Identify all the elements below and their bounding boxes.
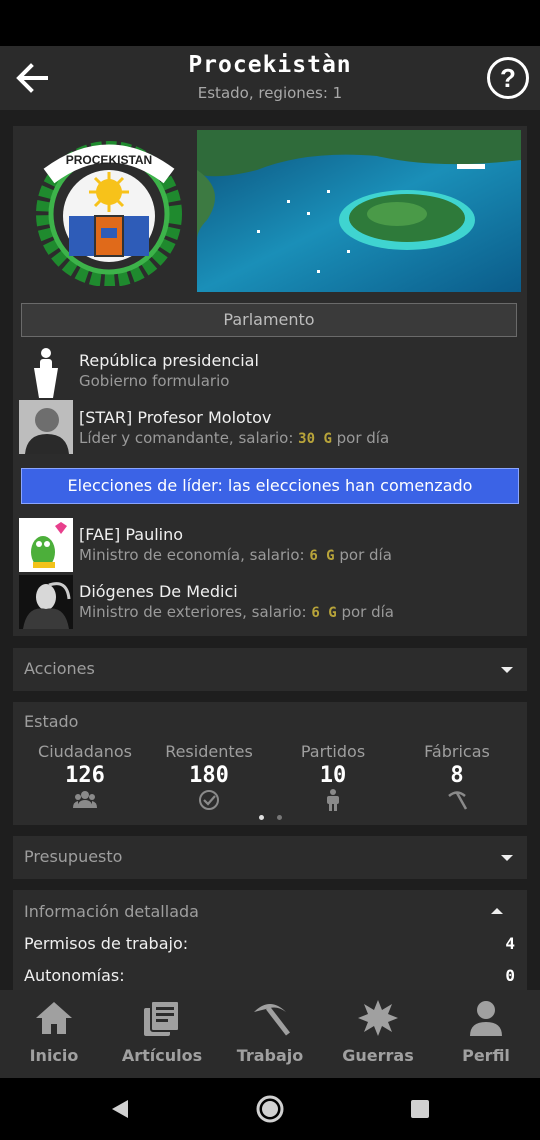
bottom-navigation: Inicio Artículos Trabajo Guerras Perfil — [0, 990, 540, 1078]
pager-dot — [277, 815, 282, 820]
minister-foreign-role: Ministro de exteriores, salario: 6 G por… — [79, 603, 394, 621]
chevron-up-icon[interactable] — [491, 908, 503, 914]
content-area: PROCEKISTAN Parlamento República preside… — [0, 110, 540, 990]
explosion-icon — [358, 1000, 398, 1036]
page-subtitle: Estado, regiones: 1 — [197, 84, 343, 102]
minister-economy-salary: 6 G — [309, 548, 335, 564]
chevron-down-icon — [501, 855, 513, 861]
government-title: República presidencial — [79, 351, 259, 370]
nav-home-label: Inicio — [29, 1046, 79, 1065]
details-label[interactable]: Información detallada — [24, 902, 199, 921]
leader-role: Líder y comandante, salario: 30 G por dí… — [79, 429, 390, 447]
nav-home[interactable]: Inicio — [0, 998, 108, 1065]
budget-accordion[interactable]: Presupuesto — [13, 836, 527, 879]
hammer-icon — [254, 1004, 290, 1036]
estado-label: Estado — [24, 712, 79, 731]
chevron-down-icon — [501, 667, 513, 673]
nav-articles[interactable]: Artículos — [108, 998, 216, 1065]
svg-text:PROCEKISTAN: PROCEKISTAN — [66, 153, 152, 167]
nav-wars-label: Guerras — [342, 1046, 414, 1065]
actions-accordion[interactable]: Acciones — [13, 648, 527, 691]
state-emblem-icon: PROCEKISTAN — [36, 141, 182, 286]
status-bar — [0, 0, 540, 46]
stat-residents-value: 180 — [189, 763, 229, 788]
state-photo — [197, 130, 521, 292]
podium-icon — [34, 348, 58, 398]
leader-salary: 30 G — [298, 431, 332, 447]
stat-residents[interactable]: Residentes 180 — [149, 742, 269, 811]
system-recents-icon[interactable] — [410, 1099, 430, 1119]
pager-dot-active — [259, 815, 264, 820]
nav-profile[interactable]: Perfil — [432, 998, 540, 1065]
pickaxe-icon — [448, 791, 468, 810]
minister-economy-role: Ministro de economía, salario: 6 G por d… — [79, 546, 392, 564]
leader-avatar[interactable] — [19, 400, 73, 454]
minister-foreign-avatar[interactable] — [19, 575, 73, 629]
app-bar: Procekistàn Estado, regiones: 1 ? — [0, 46, 540, 110]
system-back-icon[interactable] — [108, 1098, 130, 1120]
elections-banner[interactable]: Elecciones de líder: las elecciones han … — [21, 468, 519, 504]
work-permits-label: Permisos de trabajo: — [24, 934, 189, 953]
page-title: Procekistàn — [188, 52, 352, 78]
system-home-icon[interactable] — [255, 1094, 285, 1124]
stat-citizens[interactable]: Ciudadanos 126 — [25, 742, 145, 811]
people-icon — [73, 791, 97, 808]
home-icon — [36, 1002, 72, 1034]
leader-name[interactable]: [STAR] Profesor Molotov — [79, 408, 271, 427]
details-section: Información detallada Permisos de trabaj… — [13, 890, 527, 990]
stat-parties-value: 10 — [319, 763, 347, 788]
nav-work-label: Trabajo — [236, 1046, 304, 1065]
budget-label: Presupuesto — [24, 847, 123, 866]
svg-text:?: ? — [500, 63, 516, 93]
minister-economy-avatar[interactable] — [19, 518, 73, 572]
help-icon[interactable]: ? — [486, 56, 530, 100]
actions-label: Acciones — [24, 659, 95, 678]
work-permits-value: 4 — [505, 934, 515, 953]
minister-economy-name[interactable]: [FAE] Paulino — [79, 525, 183, 544]
nav-profile-label: Perfil — [462, 1046, 510, 1065]
stat-citizens-value: 126 — [65, 763, 105, 788]
government-subtitle: Gobierno formulario — [79, 372, 230, 390]
minister-foreign-salary: 6 G — [311, 605, 337, 621]
person-standing-icon — [327, 789, 339, 811]
state-card: PROCEKISTAN Parlamento República preside… — [13, 126, 527, 636]
system-navigation-bar — [0, 1078, 540, 1140]
stat-factories[interactable]: Fábricas 8 — [397, 742, 517, 811]
estado-section: Estado Ciudadanos 126 Residentes 180 Par… — [13, 702, 527, 825]
nav-wars[interactable]: Guerras — [324, 998, 432, 1065]
stat-factories-value: 8 — [450, 763, 464, 788]
nav-work[interactable]: Trabajo — [216, 998, 324, 1065]
autonomies-label: Autonomías: — [24, 966, 125, 985]
check-circle-icon — [199, 790, 219, 810]
minister-foreign-name[interactable]: Diógenes De Medici — [79, 582, 238, 601]
parliament-button[interactable]: Parlamento — [21, 303, 517, 337]
person-icon — [470, 1001, 502, 1036]
pager-dots — [259, 815, 283, 821]
autonomies-value: 0 — [505, 966, 515, 985]
articles-icon — [144, 1000, 180, 1036]
nav-articles-label: Artículos — [121, 1046, 203, 1065]
stat-parties[interactable]: Partidos 10 — [273, 742, 393, 811]
